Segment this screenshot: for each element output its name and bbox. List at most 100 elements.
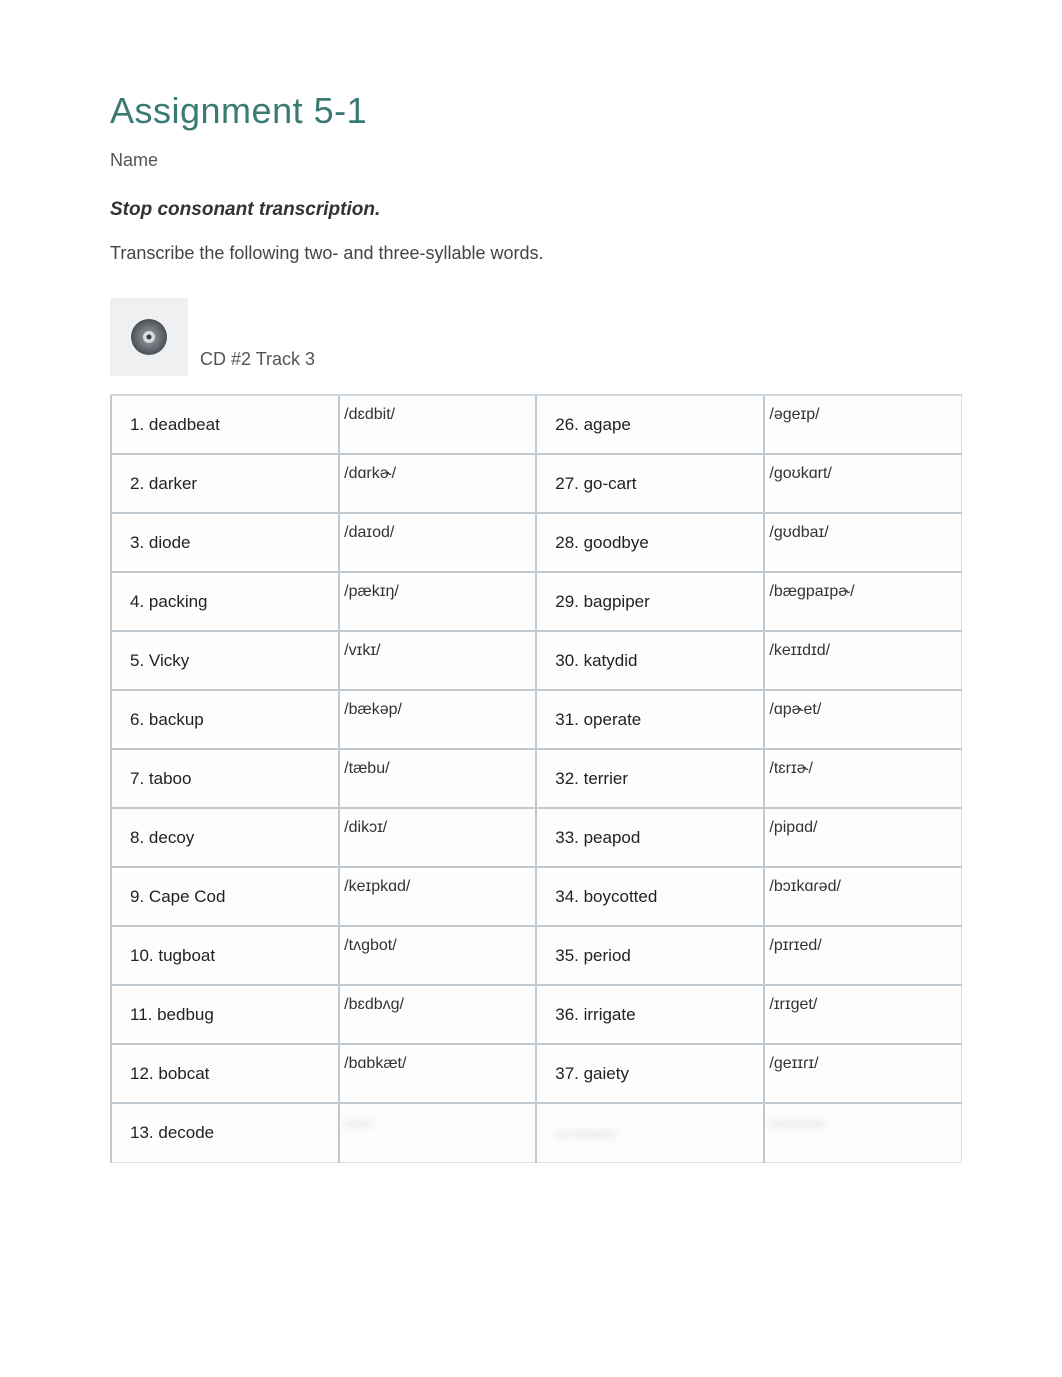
word-cell: 12. bobcat — [111, 1044, 339, 1103]
blurred-text: —— — [344, 1114, 372, 1130]
word-text: irrigate — [579, 1005, 636, 1024]
word-text: go-cart — [579, 474, 637, 493]
word-cell: 28. goodbye — [536, 513, 764, 572]
item-number: 36. — [555, 1005, 579, 1024]
table-row: 6. backup/bækəp/31. operate/ɑpɚet/ — [111, 690, 962, 749]
transcription-cell[interactable]: /daɪod/ — [339, 513, 536, 572]
item-number: 27. — [555, 474, 579, 493]
transcription-cell[interactable]: /keɪpkɑd/ — [339, 867, 536, 926]
word-cell: 29. bagpiper — [536, 572, 764, 631]
item-number: 8. — [130, 828, 144, 847]
word-cell: 1. deadbeat — [111, 395, 339, 454]
word-cell: 27. go-cart — [536, 454, 764, 513]
item-number: 31. — [555, 710, 579, 729]
word-cell: 26. agape — [536, 395, 764, 454]
word-cell: — ——— — [536, 1103, 764, 1162]
word-text: tugboat — [154, 946, 215, 965]
transcription-cell[interactable]: /keɪɪdɪd/ — [764, 631, 961, 690]
item-number: 11. — [130, 1005, 152, 1024]
word-cell: 10. tugboat — [111, 926, 339, 985]
word-cell: 36. irrigate — [536, 985, 764, 1044]
item-number: 6. — [130, 710, 144, 729]
word-cell: 33. peapod — [536, 808, 764, 867]
item-number: 5. — [130, 651, 144, 670]
word-text: taboo — [144, 769, 191, 788]
section-subheading: Stop consonant transcription. — [110, 199, 962, 221]
table-row: 12. bobcat/bɑbkæt/37. gaiety/geɪɪɾɪ/ — [111, 1044, 962, 1103]
transcription-cell[interactable]: /gʊdbaɪ/ — [764, 513, 961, 572]
transcription-cell[interactable]: /bɛdbʌg/ — [339, 985, 536, 1044]
item-number: 7. — [130, 769, 144, 788]
word-text: gaiety — [579, 1064, 629, 1083]
blurred-text: — ——— — [555, 1125, 615, 1141]
word-text: terrier — [579, 769, 628, 788]
transcription-cell[interactable]: /əgeɪp/ — [764, 395, 961, 454]
word-cell: 9. Cape Cod — [111, 867, 339, 926]
item-number: 32. — [555, 769, 579, 788]
word-cell: 32. terrier — [536, 749, 764, 808]
transcription-cell[interactable]: /pipɑd/ — [764, 808, 961, 867]
transcription-table: 1. deadbeat/dɛdbit/26. agape/əgeɪp/2. da… — [110, 394, 962, 1163]
word-cell: 5. Vicky — [111, 631, 339, 690]
item-number: 2. — [130, 474, 144, 493]
transcription-cell[interactable]: ———— — [764, 1103, 961, 1162]
item-number: 13. — [130, 1123, 154, 1142]
cd-track-label: CD #2 Track 3 — [200, 349, 315, 376]
transcription-cell[interactable]: /bɔɪkɑɾəd/ — [764, 867, 961, 926]
table-row: 10. tugboat/tʌgbot/35. period/pɪrɪed/ — [111, 926, 962, 985]
transcription-cell[interactable]: /dikɔɪ/ — [339, 808, 536, 867]
word-text: katydid — [579, 651, 638, 670]
word-text: operate — [579, 710, 641, 729]
table-row: 2. darker/dɑrkɚ/27. go-cart/goʊkɑrt/ — [111, 454, 962, 513]
word-text: goodbye — [579, 533, 649, 552]
transcription-cell[interactable]: /geɪɪɾɪ/ — [764, 1044, 961, 1103]
item-number: 29. — [555, 592, 579, 611]
word-text: period — [579, 946, 631, 965]
transcription-cell[interactable]: /bægpaɪpɚ/ — [764, 572, 961, 631]
blurred-text: ———— — [769, 1114, 825, 1130]
transcription-cell[interactable]: /bækəp/ — [339, 690, 536, 749]
word-text: bagpiper — [579, 592, 650, 611]
table-row: 4. packing/pækɪŋ/29. bagpiper/bægpaɪpɚ/ — [111, 572, 962, 631]
item-number: 9. — [130, 887, 144, 906]
page: Assignment 5-1 Name Stop consonant trans… — [0, 0, 1062, 1163]
item-number: 34. — [555, 887, 579, 906]
transcription-cell[interactable]: /ɑpɚet/ — [764, 690, 961, 749]
word-text: packing — [144, 592, 207, 611]
table-row: 11. bedbug/bɛdbʌg/36. irrigate/ɪrɪget/ — [111, 985, 962, 1044]
transcription-cell[interactable]: /pɪrɪed/ — [764, 926, 961, 985]
word-cell: 8. decoy — [111, 808, 339, 867]
word-text: peapod — [579, 828, 640, 847]
word-text: decoy — [144, 828, 194, 847]
word-text: bobcat — [154, 1064, 210, 1083]
word-cell: 7. taboo — [111, 749, 339, 808]
word-text: deadbeat — [144, 415, 220, 434]
cd-icon — [110, 298, 188, 376]
transcription-cell[interactable]: /tæbu/ — [339, 749, 536, 808]
transcription-cell[interactable]: /bɑbkæt/ — [339, 1044, 536, 1103]
transcription-cell[interactable]: —— — [339, 1103, 536, 1162]
word-cell: 3. diode — [111, 513, 339, 572]
transcription-cell[interactable]: /tɛrɪɚ/ — [764, 749, 961, 808]
transcription-cell[interactable]: /dɑrkɚ/ — [339, 454, 536, 513]
word-text: agape — [579, 415, 631, 434]
transcription-cell[interactable]: /pækɪŋ/ — [339, 572, 536, 631]
word-text: Cape Cod — [144, 887, 225, 906]
transcription-cell[interactable]: /ɪrɪget/ — [764, 985, 961, 1044]
item-number: 28. — [555, 533, 579, 552]
table-row: 3. diode/daɪod/28. goodbye/gʊdbaɪ/ — [111, 513, 962, 572]
word-text: backup — [144, 710, 204, 729]
item-number: 1. — [130, 415, 144, 434]
transcription-cell[interactable]: /vɪkɪ/ — [339, 631, 536, 690]
word-text: boycotted — [579, 887, 657, 906]
item-number: 30. — [555, 651, 579, 670]
item-number: 26. — [555, 415, 579, 434]
transcription-cell[interactable]: /goʊkɑrt/ — [764, 454, 961, 513]
item-number: 33. — [555, 828, 579, 847]
transcription-cell[interactable]: /tʌgbot/ — [339, 926, 536, 985]
word-cell: 2. darker — [111, 454, 339, 513]
transcription-cell[interactable]: /dɛdbit/ — [339, 395, 536, 454]
word-cell: 13. decode — [111, 1103, 339, 1162]
word-cell: 4. packing — [111, 572, 339, 631]
word-cell: 35. period — [536, 926, 764, 985]
